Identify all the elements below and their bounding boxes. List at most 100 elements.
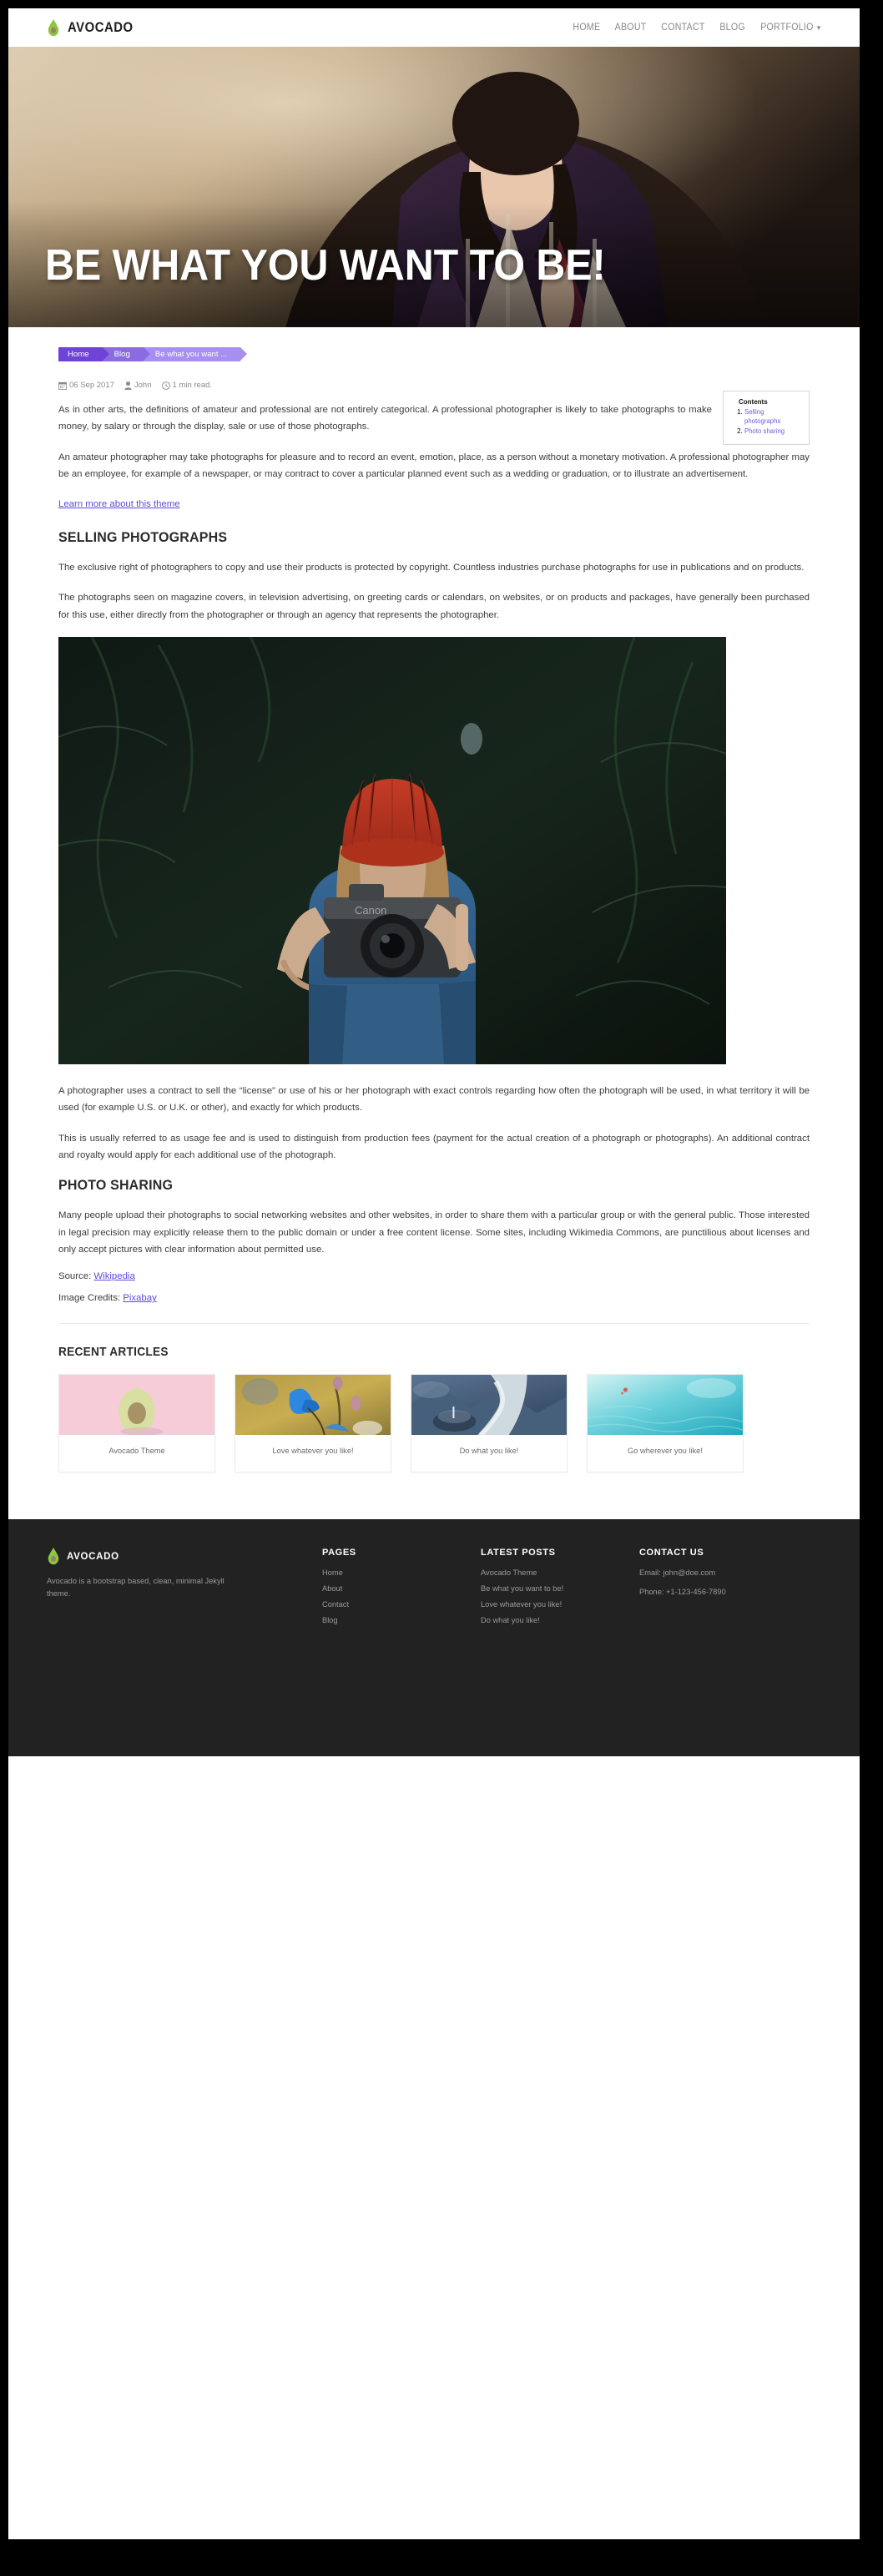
breadcrumb-item-current: Be what you want ...: [143, 347, 248, 361]
source-line: Source: Wikipedia: [58, 1271, 810, 1281]
footer-phone: Phone: +1-123-456-7890: [639, 1588, 726, 1597]
post-readtime: 1 min read.: [161, 381, 213, 390]
article-card[interactable]: Go wherever you like!: [587, 1374, 744, 1473]
card-thumb-flower: [235, 1375, 391, 1436]
footer-contact-column: CONTACT US Email: john@doe.com Phone: +1…: [639, 1548, 798, 1756]
footer-latest-list: Avocado Theme Be what you want to be! Lo…: [481, 1568, 639, 1624]
card-thumb-avocado: [59, 1375, 214, 1436]
person-icon: [124, 381, 132, 390]
post-author: John: [124, 381, 152, 390]
nav-links: HOME ABOUT CONTACT BLOG PORTFOLIO ▼: [572, 23, 825, 33]
footer-link-about[interactable]: About: [322, 1584, 481, 1593]
footer-list-item: Do what you like!: [481, 1616, 639, 1624]
footer-list-item: Home: [322, 1568, 481, 1577]
footer-contact-title: CONTACT US: [639, 1548, 704, 1558]
footer-brand-column: AVOCADO Avocado is a bootstrap based, cl…: [47, 1548, 322, 1756]
article-paragraph-2: An amateur photographer may take photogr…: [58, 452, 810, 479]
footer-list-item: Email: john@doe.com: [639, 1568, 798, 1577]
card-label: Go wherever you like!: [628, 1447, 703, 1456]
footer-pages-column: PAGES Home About Contact Blog: [322, 1548, 481, 1756]
hero-banner: BE WHAT YOU WANT TO BE!: [8, 47, 860, 327]
source-label: Source:: [58, 1271, 94, 1282]
article-card[interactable]: Love whatever you like!: [235, 1374, 391, 1473]
footer-latest-column: LATEST POSTS Avocado Theme Be what you w…: [481, 1548, 639, 1756]
card-thumb-mountain: [411, 1375, 567, 1436]
article-photo: Canon: [58, 637, 726, 1065]
footer-pages-list: Home About Contact Blog: [322, 1568, 481, 1624]
post-date: 06 Sep 2017: [58, 381, 114, 390]
footer-list-item: Blog: [322, 1616, 481, 1624]
article-card[interactable]: Do what you like!: [411, 1374, 568, 1473]
article-paragraph-3: The exclusive right of photographers to …: [58, 563, 805, 573]
contents-list: Selling photographs Photo sharing: [731, 408, 801, 436]
footer-link-home[interactable]: Home: [322, 1568, 481, 1577]
credits-link-pixabay[interactable]: Pixabay: [123, 1293, 157, 1303]
card-label: Love whatever you like!: [272, 1447, 354, 1456]
contents-item: Selling photographs: [744, 408, 801, 427]
article-paragraph-1: As in other arts, the definitions of ama…: [58, 405, 712, 432]
avocado-icon: [47, 18, 60, 37]
nav-item-portfolio[interactable]: PORTFOLIO ▼: [760, 23, 822, 33]
card-thumb-ocean: [588, 1375, 743, 1436]
recent-articles-section: RECENT ARTICLES Avocado Theme Love whate…: [58, 1324, 810, 1519]
recent-articles-title: RECENT ARTICLES: [58, 1346, 169, 1360]
chevron-down-icon: ▼: [815, 24, 822, 32]
breadcrumb: Home Blog Be what you want ...: [58, 347, 810, 361]
page-root: AVOCADO HOME ABOUT CONTACT BLOG PORTFOLI…: [8, 8, 860, 2539]
footer-brand-name: AVOCADO: [67, 1551, 119, 1562]
footer-post-avocado-theme[interactable]: Avocado Theme: [481, 1568, 639, 1577]
article-paragraph-6: This is usually referred to as usage fee…: [58, 1133, 810, 1160]
recent-articles-cards: Avocado Theme Love whatever you like! Do…: [58, 1374, 810, 1473]
navbar: AVOCADO HOME ABOUT CONTACT BLOG PORTFOLI…: [8, 8, 860, 47]
calendar-icon: [58, 381, 67, 390]
contents-box: Contents Selling photographs Photo shari…: [723, 391, 810, 446]
avocado-icon: [47, 1548, 60, 1565]
footer-list-item: Contact: [322, 1600, 481, 1609]
card-label: Do what you like!: [459, 1447, 519, 1456]
post-meta: 06 Sep 2017 John 1 min read.: [58, 381, 810, 390]
source-link-wikipedia[interactable]: Wikipedia: [93, 1271, 134, 1281]
footer-description: Avocado is a bootstrap based, clean, min…: [47, 1577, 225, 1599]
footer-link-contact[interactable]: Contact: [322, 1600, 481, 1609]
footer-list-item: About: [322, 1584, 481, 1593]
article-card[interactable]: Avocado Theme: [58, 1374, 215, 1473]
footer-list-item: Love whatever you like!: [481, 1600, 639, 1609]
card-label: Avocado Theme: [108, 1447, 165, 1456]
nav-item-contact[interactable]: CONTACT: [661, 23, 704, 33]
article-paragraph-7: Many people upload their photographs to …: [58, 1210, 810, 1255]
nav-item-home[interactable]: HOME: [573, 23, 600, 33]
brand-logo[interactable]: AVOCADO: [47, 18, 140, 37]
contents-item: Photo sharing: [744, 427, 801, 437]
article-paragraph-5: A photographer uses a contract to sell t…: [58, 1086, 810, 1114]
main-content: Home Blog Be what you want ... 06 Sep 20…: [8, 327, 860, 1520]
learn-more-link[interactable]: Learn more about this theme: [58, 499, 180, 509]
section-divider: [58, 1323, 810, 1325]
nav-item-about[interactable]: ABOUT: [614, 23, 646, 33]
photographer-photo: Canon: [58, 637, 726, 1065]
footer-email: Email: john@doe.com: [639, 1568, 716, 1578]
footer-post-do-what-you-like[interactable]: Do what you like!: [481, 1616, 639, 1624]
footer-link-blog[interactable]: Blog: [322, 1616, 481, 1624]
article-container: Home Blog Be what you want ... 06 Sep 20…: [58, 327, 810, 1325]
clock-icon: [161, 381, 170, 390]
footer-post-love-whatever[interactable]: Love whatever you like!: [481, 1600, 639, 1609]
footer-latest-title: LATEST POSTS: [481, 1548, 556, 1558]
nav-item-blog[interactable]: BLOG: [719, 23, 745, 33]
contents-link-selling[interactable]: Selling photographs: [744, 408, 780, 425]
hero-title: BE WHAT YOU WANT TO BE!: [45, 241, 606, 290]
credits-label: Image Credits:: [58, 1293, 124, 1304]
footer-list-item: Be what you want to be!: [481, 1584, 639, 1593]
footer-list-item: Avocado Theme: [481, 1568, 639, 1577]
contents-link-sharing[interactable]: Photo sharing: [744, 427, 785, 435]
footer-list-item: Phone: +1-123-456-7890: [639, 1588, 798, 1596]
credits-line: Image Credits: Pixabay: [58, 1293, 810, 1303]
footer-contact-list: Email: john@doe.com Phone: +1-123-456-78…: [639, 1568, 798, 1596]
post-date-label: 06 Sep 2017: [69, 381, 114, 390]
section-heading-selling: SELLING PHOTOGRAPHS: [58, 529, 228, 546]
article-paragraph-4: The photographs seen on magazine covers,…: [58, 593, 810, 620]
post-readtime-label: 1 min read.: [172, 381, 213, 390]
breadcrumb-item-home[interactable]: Home: [58, 347, 109, 361]
site-footer: AVOCADO Avocado is a bootstrap based, cl…: [8, 1519, 860, 1757]
footer-brand[interactable]: AVOCADO: [47, 1548, 322, 1565]
footer-post-be-what-you-want[interactable]: Be what you want to be!: [481, 1584, 639, 1593]
